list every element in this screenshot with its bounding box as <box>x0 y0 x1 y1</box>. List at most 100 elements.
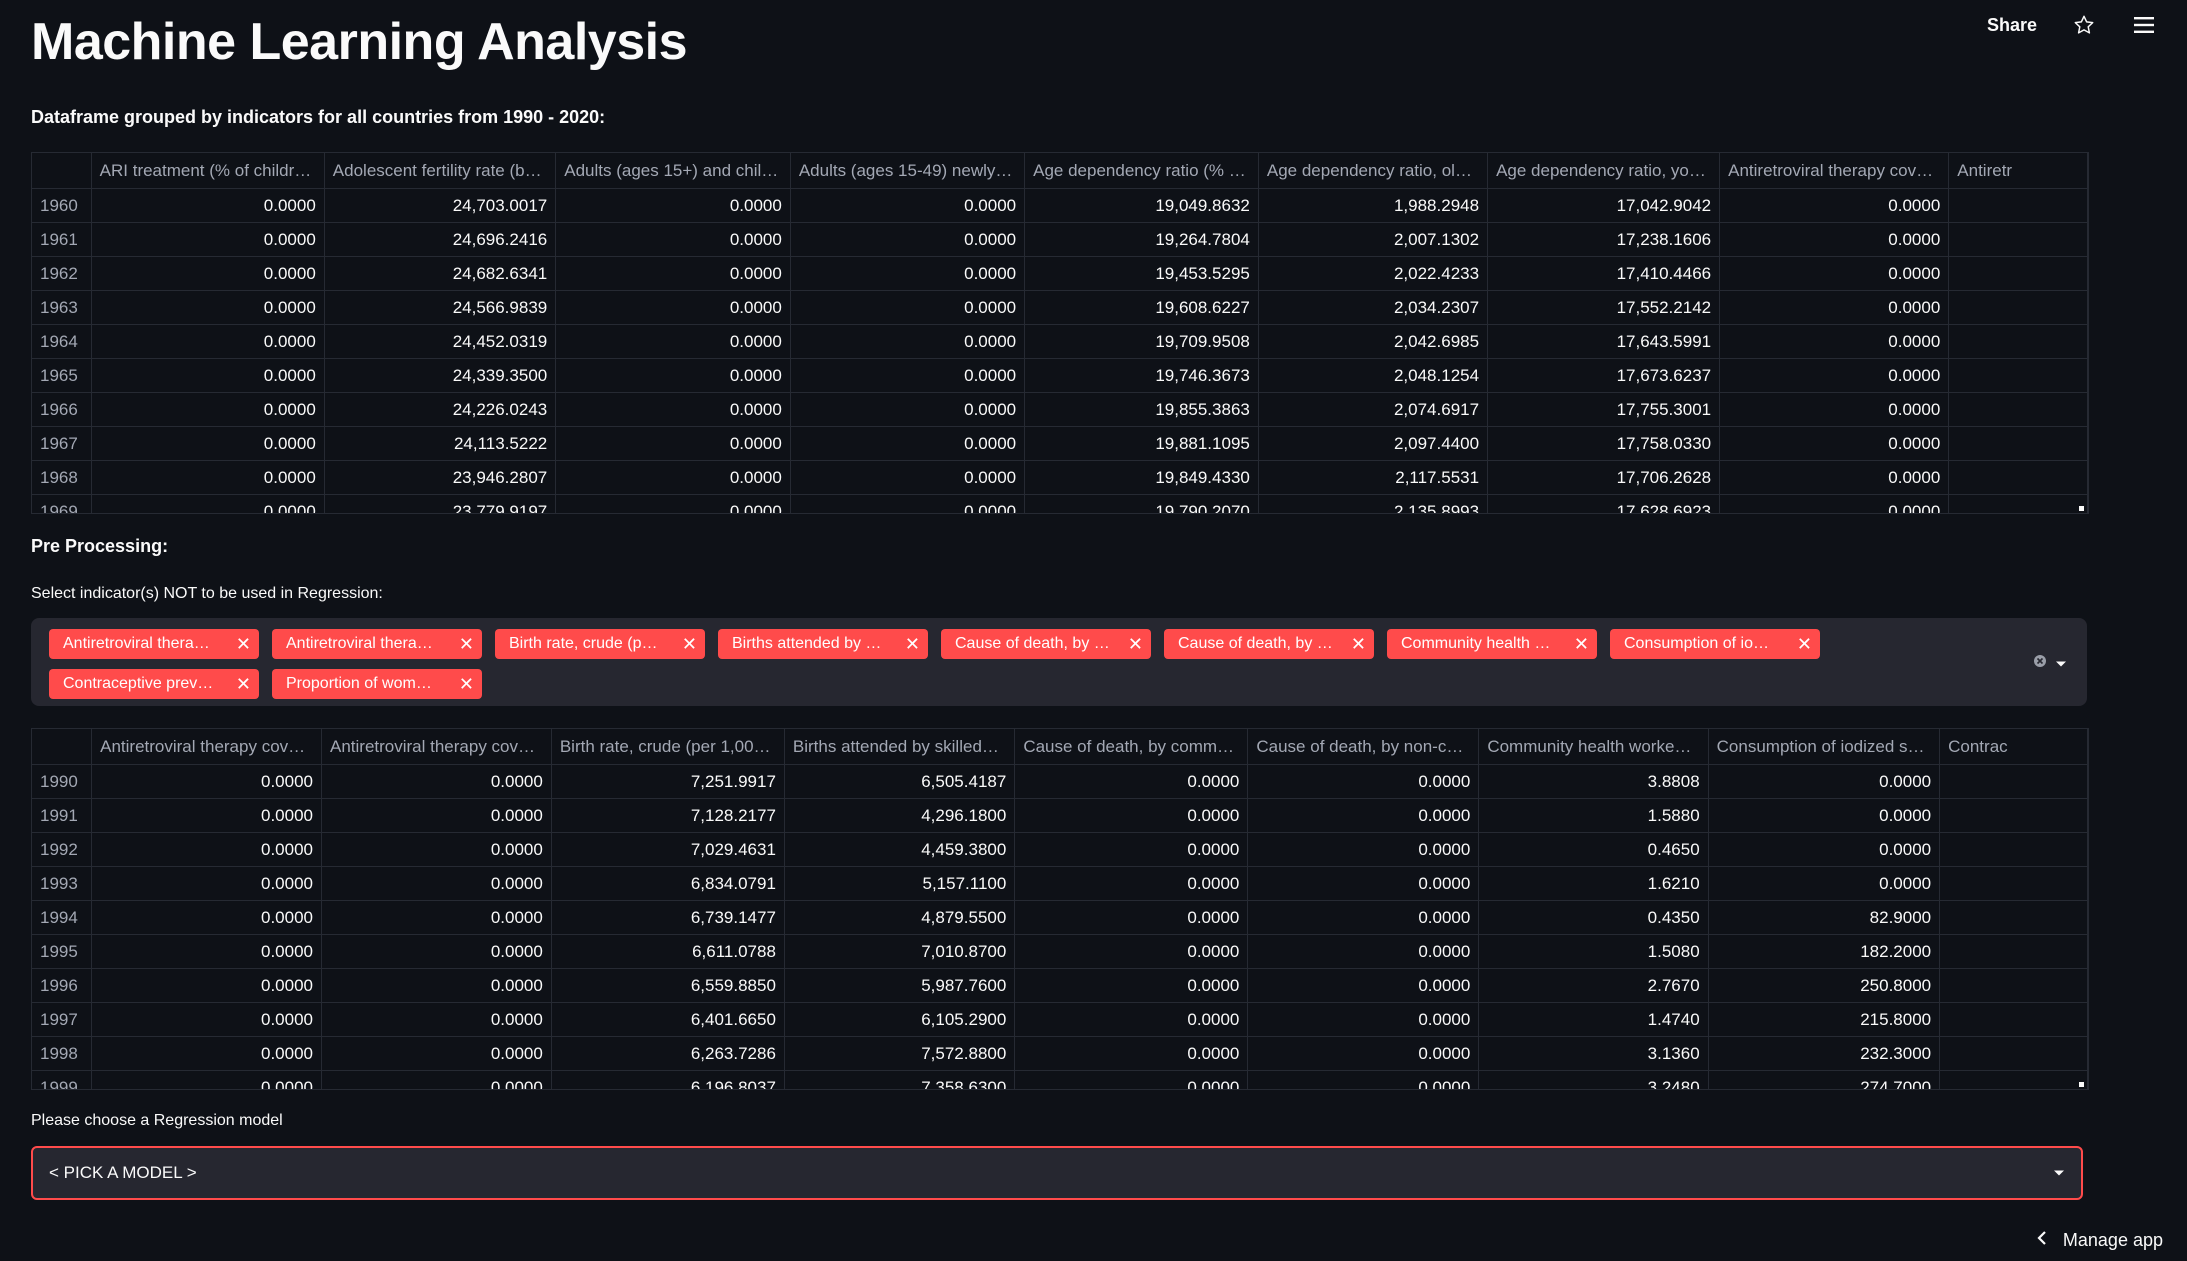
table-cell[interactable]: 19,709.9508 <box>1024 324 1259 359</box>
table-cell[interactable]: 6,401.6650 <box>551 1002 785 1037</box>
table-cell[interactable]: 0.0000 <box>91 358 325 393</box>
table-cell[interactable]: 0.0000 <box>1708 764 1941 799</box>
table-cell[interactable]: 0.0000 <box>1014 900 1249 935</box>
manage-app-button[interactable]: Manage app <box>2037 1230 2163 1251</box>
table-cell[interactable]: 0.0000 <box>790 222 1026 257</box>
table-cell[interactable]: 0.0000 <box>91 764 322 799</box>
table-cell[interactable]: 0.0000 <box>91 832 322 867</box>
table-cell[interactable]: 17,238.1606 <box>1487 222 1721 257</box>
table-cell[interactable] <box>1948 324 2088 359</box>
chevron-down-icon[interactable] <box>2055 655 2067 673</box>
table-cell[interactable]: 24,703.0017 <box>324 188 557 223</box>
column-header[interactable]: Community health worke… <box>1478 729 1709 765</box>
table-cell[interactable]: 0.0000 <box>1247 798 1480 833</box>
table-cell[interactable]: 0.0000 <box>321 1070 552 1089</box>
table-cell[interactable]: 19,849.4330 <box>1024 460 1259 495</box>
table-cell[interactable] <box>1939 1070 2088 1089</box>
table-cell[interactable]: 0.0000 <box>91 1070 322 1089</box>
table-cell[interactable]: 0.0000 <box>790 324 1026 359</box>
column-header[interactable]: Birth rate, crude (per 1,00… <box>551 729 785 765</box>
table-cell[interactable]: 0.0000 <box>1719 494 1950 513</box>
table-cell[interactable] <box>1948 358 2088 393</box>
table-cell[interactable]: 3.2480 <box>1478 1070 1709 1089</box>
table-cell[interactable]: 0.0000 <box>555 290 791 325</box>
close-icon[interactable]: ✕ <box>1128 635 1143 653</box>
table-cell[interactable]: 19,453.5295 <box>1024 256 1259 291</box>
column-header[interactable]: Adults (ages 15-49) newly… <box>790 153 1026 189</box>
column-header[interactable]: Antiretr <box>1948 153 2088 189</box>
column-header[interactable]: Contrac <box>1939 729 2088 765</box>
table-cell[interactable]: 17,706.2628 <box>1487 460 1721 495</box>
table-cell[interactable]: 0.0000 <box>1719 256 1950 291</box>
table-cell[interactable]: 2,097.4400 <box>1258 426 1489 461</box>
table-cell[interactable]: 0.0000 <box>91 900 322 935</box>
table-cell[interactable]: 0.0000 <box>1719 460 1950 495</box>
table-cell[interactable]: 6,834.0791 <box>551 866 785 901</box>
table-cell[interactable]: 0.0000 <box>1719 222 1950 257</box>
column-header[interactable]: Adolescent fertility rate (b… <box>324 153 557 189</box>
close-icon[interactable]: ✕ <box>682 635 697 653</box>
table-cell[interactable]: 0.0000 <box>555 256 791 291</box>
table-cell[interactable]: 0.0000 <box>790 426 1026 461</box>
table-cell[interactable]: 0.0000 <box>1247 832 1480 867</box>
table-cell[interactable]: 0.0000 <box>555 460 791 495</box>
table-cell[interactable]: 0.0000 <box>1014 1002 1249 1037</box>
table-cell[interactable]: 4,459.3800 <box>784 832 1016 867</box>
table-cell[interactable] <box>1939 866 2088 901</box>
table-cell[interactable]: 0.0000 <box>321 832 552 867</box>
table-cell[interactable]: 19,855.3863 <box>1024 392 1259 427</box>
table-cell[interactable]: 1,988.2948 <box>1258 188 1489 223</box>
table-cell[interactable] <box>1939 900 2088 935</box>
table-cell[interactable]: 182.2000 <box>1708 934 1941 969</box>
filtered-dataframe[interactable]: Antiretroviral therapy cov… Antiretrovira… <box>31 728 2089 1090</box>
table-cell[interactable]: 0.4650 <box>1478 832 1709 867</box>
table-cell[interactable]: 19,790.2070 <box>1024 494 1259 513</box>
table-cell[interactable]: 0.0000 <box>91 866 322 901</box>
exclude-indicators-multiselect[interactable]: Antiretroviral thera… ✕ Antiretroviral the… <box>31 618 2087 706</box>
hamburger-menu-icon[interactable] <box>2131 12 2157 38</box>
table-cell[interactable]: 0.0000 <box>91 494 325 513</box>
column-header[interactable]: Cause of death, by non-c… <box>1247 729 1480 765</box>
column-header[interactable]: Antiretroviral therapy cov… <box>1719 153 1950 189</box>
table-cell[interactable]: 7,572.8800 <box>784 1036 1016 1071</box>
table-cell[interactable]: 17,552.2142 <box>1487 290 1721 325</box>
table-cell[interactable]: 0.0000 <box>555 188 791 223</box>
table-cell[interactable]: 4,296.1800 <box>784 798 1016 833</box>
table-cell[interactable]: 3.1360 <box>1478 1036 1709 1071</box>
resize-handle[interactable] <box>2079 506 2084 511</box>
share-button[interactable]: Share <box>1987 15 2037 36</box>
table-cell[interactable]: 6,559.8850 <box>551 968 785 1003</box>
table-cell[interactable]: 0.0000 <box>321 968 552 1003</box>
table-cell[interactable]: 24,682.6341 <box>324 256 557 291</box>
table-cell[interactable]: 0.0000 <box>790 494 1026 513</box>
table-cell[interactable]: 24,452.0319 <box>324 324 557 359</box>
table-cell[interactable] <box>1948 256 2088 291</box>
close-icon[interactable]: ✕ <box>236 635 251 653</box>
table-cell[interactable]: 17,755.3001 <box>1487 392 1721 427</box>
table-cell[interactable]: 1.5880 <box>1478 798 1709 833</box>
table-cell[interactable] <box>1948 460 2088 495</box>
close-icon[interactable]: ✕ <box>236 675 251 693</box>
table-cell[interactable]: 2,007.1302 <box>1258 222 1489 257</box>
table-cell[interactable]: 6,196.8037 <box>551 1070 785 1089</box>
table-cell[interactable]: 215.8000 <box>1708 1002 1941 1037</box>
close-icon[interactable]: ✕ <box>1574 635 1589 653</box>
table-cell[interactable]: 0.0000 <box>1247 934 1480 969</box>
table-cell[interactable]: 0.0000 <box>1247 1036 1480 1071</box>
table-cell[interactable]: 6,505.4187 <box>784 764 1016 799</box>
column-header[interactable]: Cause of death, by comm… <box>1014 729 1249 765</box>
table-cell[interactable] <box>1939 1002 2088 1037</box>
column-header[interactable]: Antiretroviral therapy cov… <box>91 729 322 765</box>
table-cell[interactable]: 24,226.0243 <box>324 392 557 427</box>
star-icon[interactable] <box>2071 12 2097 38</box>
table-cell[interactable]: 0.0000 <box>91 1002 322 1037</box>
table-cell[interactable]: 0.0000 <box>555 392 791 427</box>
table-cell[interactable]: 1.4740 <box>1478 1002 1709 1037</box>
table-cell[interactable]: 17,628.6923 <box>1487 494 1721 513</box>
table-cell[interactable]: 0.0000 <box>555 494 791 513</box>
table-cell[interactable]: 0.0000 <box>790 460 1026 495</box>
table-cell[interactable]: 0.0000 <box>1708 832 1941 867</box>
table-cell[interactable]: 0.0000 <box>321 1002 552 1037</box>
table-cell[interactable]: 232.3000 <box>1708 1036 1941 1071</box>
table-cell[interactable]: 24,113.5222 <box>324 426 557 461</box>
